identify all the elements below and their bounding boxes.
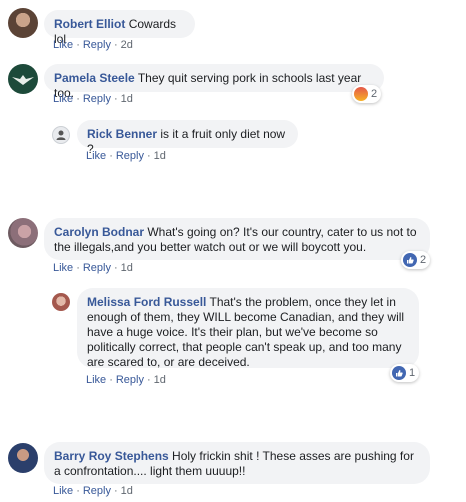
author-name[interactable]: Robert Elliot [54, 17, 125, 31]
separator: · [76, 39, 80, 51]
separator: · [76, 485, 80, 497]
reaction-count: 2 [371, 88, 378, 100]
comment-bubble: Rick Benner is it a fruit only diet now … [77, 120, 298, 156]
reaction-count: 1 [409, 367, 416, 379]
separator: · [113, 485, 118, 497]
reaction-badge[interactable]: 2 [401, 251, 431, 269]
reaction-badge[interactable]: 2 [352, 85, 382, 103]
separator: · [146, 150, 151, 162]
eagle-icon [12, 75, 34, 85]
reply-link[interactable]: Reply [83, 39, 111, 51]
timestamp[interactable]: 1d [121, 485, 133, 497]
person-icon [56, 130, 66, 140]
comment-bubble: Barry Roy Stephens Holy frickin shit ! T… [44, 442, 430, 484]
reply-link[interactable]: Reply [116, 150, 144, 162]
reply-link[interactable]: Reply [83, 485, 111, 497]
timestamp[interactable]: 1d [121, 93, 133, 105]
like-link[interactable]: Like [86, 150, 106, 162]
like-icon [392, 366, 406, 380]
reaction-count: 2 [420, 254, 427, 266]
author-name[interactable]: Pamela Steele [54, 71, 135, 85]
author-name[interactable]: Melissa Ford Russell [87, 295, 206, 309]
avatar[interactable] [8, 8, 38, 38]
reply-link[interactable]: Reply [83, 93, 111, 105]
reaction-badge[interactable]: 1 [390, 364, 420, 382]
like-link[interactable]: Like [53, 262, 73, 274]
like-link[interactable]: Like [53, 485, 73, 497]
comment-actions: Like · Reply · 1d [53, 485, 133, 497]
separator: · [109, 150, 113, 162]
like-link[interactable]: Like [53, 93, 73, 105]
timestamp[interactable]: 1d [121, 262, 133, 274]
separator: · [76, 93, 80, 105]
comment-bubble: Pamela Steele They quit serving pork in … [44, 64, 384, 100]
comment-bubble: Melissa Ford Russell That's the problem,… [77, 288, 419, 369]
comment-actions: Like · Reply · 1d [53, 93, 133, 105]
separator: · [109, 374, 113, 386]
avatar[interactable] [52, 126, 70, 144]
timestamp[interactable]: 2d [121, 39, 133, 51]
timestamp[interactable]: 1d [154, 150, 166, 162]
separator: · [113, 262, 118, 274]
comment-actions: Like · Reply · 2d [53, 39, 133, 51]
avatar[interactable] [8, 218, 38, 248]
like-icon [403, 253, 417, 267]
separator: · [146, 374, 151, 386]
like-link[interactable]: Like [53, 39, 73, 51]
avatar[interactable] [8, 64, 38, 94]
angry-icon [354, 87, 368, 101]
avatar[interactable] [8, 443, 38, 473]
avatar[interactable] [52, 293, 70, 311]
author-name[interactable]: Rick Benner [87, 127, 157, 141]
comment-actions: Like · Reply · 1d [86, 374, 166, 386]
timestamp[interactable]: 1d [154, 374, 166, 386]
like-link[interactable]: Like [86, 374, 106, 386]
reply-link[interactable]: Reply [116, 374, 144, 386]
author-name[interactable]: Barry Roy Stephens [54, 449, 169, 463]
author-name[interactable]: Carolyn Bodnar [54, 225, 144, 239]
separator: · [113, 93, 118, 105]
comment-bubble: Carolyn Bodnar What's going on? It's our… [44, 218, 430, 260]
separator: · [76, 262, 80, 274]
reply-link[interactable]: Reply [83, 262, 111, 274]
comment-actions: Like · Reply · 1d [53, 262, 133, 274]
separator: · [113, 39, 118, 51]
comment-bubble: Robert Elliot Cowards lol [44, 10, 195, 46]
comment-actions: Like · Reply · 1d [86, 150, 166, 162]
